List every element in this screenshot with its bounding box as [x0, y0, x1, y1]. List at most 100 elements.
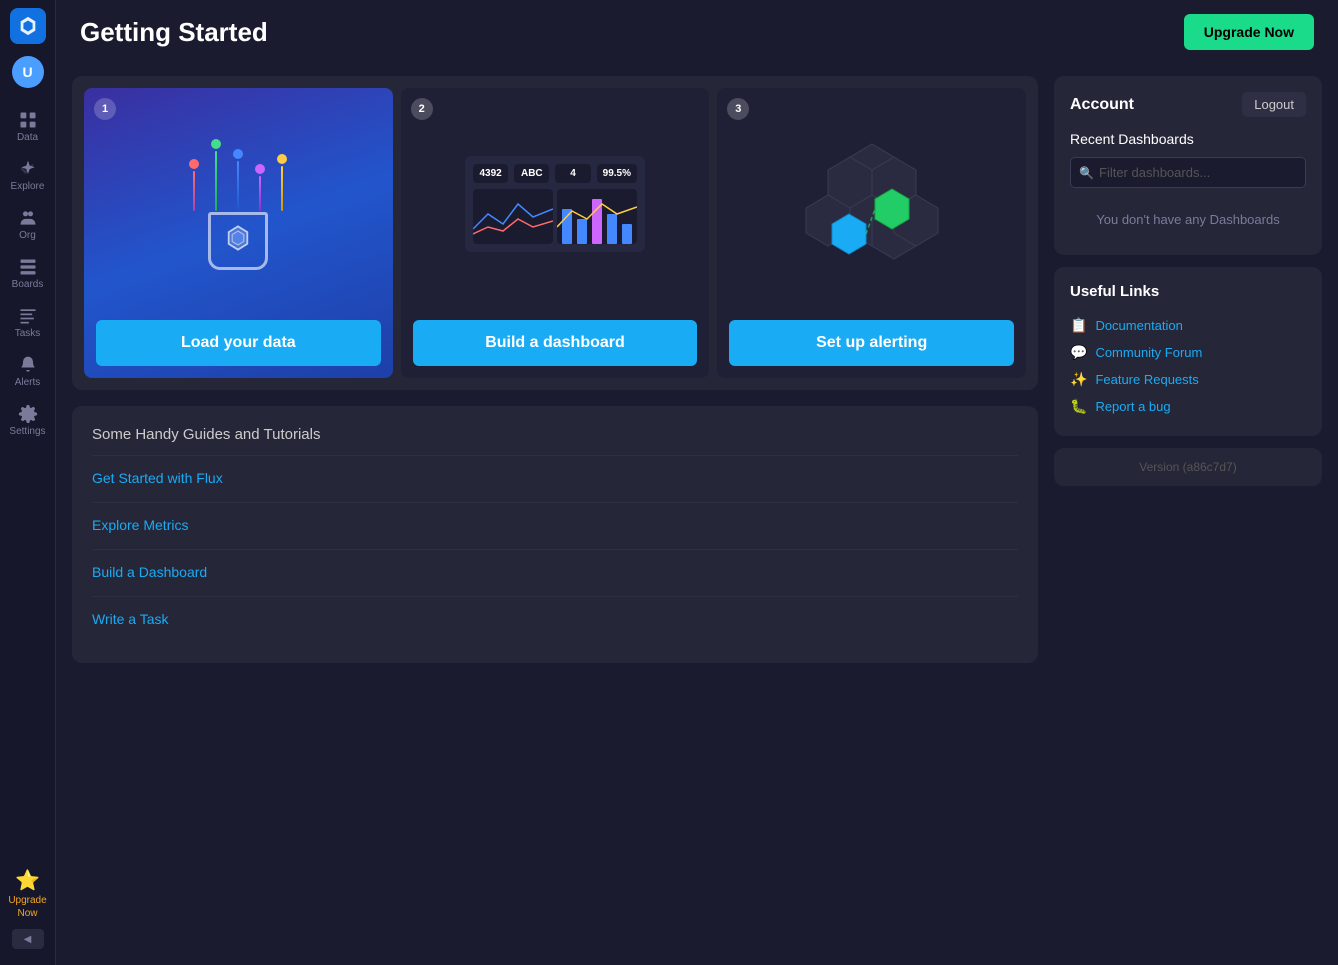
guide-item-3[interactable]: Write a Task [92, 596, 1018, 643]
sidebar-item-settings-label: Settings [9, 426, 45, 437]
recent-dashboards-title: Recent Dashboards [1070, 131, 1306, 147]
dash-stat-1-val: 4392 [479, 168, 502, 179]
dash-stat-4-val: 99.5% [603, 168, 631, 179]
load-data-button[interactable]: Load your data [96, 320, 381, 366]
topbar: Getting Started Upgrade Now [56, 0, 1338, 64]
sidebar-item-alerts[interactable]: Alerts [0, 349, 55, 394]
link-item-0[interactable]: 📋 Documentation [1070, 312, 1306, 339]
stems-container [189, 139, 287, 211]
guides-section-title: Some Handy Guides and Tutorials [92, 426, 1018, 443]
stem-3 [233, 149, 243, 211]
useful-links-box: Useful Links 📋 Documentation 💬 Community… [1054, 267, 1322, 436]
upgrade-star-icon: ⭐ [15, 868, 40, 893]
sidebar-item-data-label: Data [17, 132, 38, 143]
dash-stat-1: 4392 [473, 164, 508, 183]
guide-item-2[interactable]: Build a Dashboard [92, 549, 1018, 596]
step-card-2: 2 4392 ABC 4 [401, 88, 710, 378]
right-panel: Account Logout Recent Dashboards 🔍 You d… [1054, 76, 1322, 949]
sidebar-item-explore[interactable]: Explore [0, 153, 55, 198]
stem-1 [189, 159, 199, 211]
feature-emoji: ✨ [1070, 371, 1087, 388]
filter-dashboards-input[interactable] [1070, 157, 1306, 188]
link-item-2[interactable]: ✨ Feature Requests [1070, 366, 1306, 393]
dash-chart-1 [473, 189, 553, 244]
sidebar: U Data Explore Org Boards Tasks Alerts S [0, 0, 56, 965]
step-card-3: 3 [717, 88, 1026, 378]
data-illustration [189, 139, 287, 270]
step-badge-1: 1 [94, 98, 116, 120]
sidebar-item-data[interactable]: Data [0, 104, 55, 149]
guide-link-0[interactable]: Get Started with Flux [92, 470, 223, 486]
no-dashboards-message: You don't have any Dashboards [1070, 200, 1306, 239]
search-icon: 🔍 [1079, 166, 1094, 180]
user-avatar[interactable]: U [12, 56, 44, 88]
version-box: Version (a86c7d7) [1054, 448, 1322, 486]
guide-item-1[interactable]: Explore Metrics [92, 502, 1018, 549]
sidebar-upgrade-button[interactable]: ⭐ Upgrade Now [4, 862, 50, 925]
content-area: 1 [56, 64, 1338, 965]
account-title: Account [1070, 96, 1134, 114]
sidebar-item-explore-label: Explore [11, 181, 45, 192]
upgrade-label2: Now [17, 908, 37, 919]
sidebar-item-tasks-label: Tasks [15, 328, 41, 339]
step-badge-2: 2 [411, 98, 433, 120]
docs-link[interactable]: Documentation [1095, 318, 1182, 333]
guide-link-2[interactable]: Build a Dashboard [92, 564, 207, 580]
page-title: Getting Started [80, 17, 268, 48]
sidebar-item-settings[interactable]: Settings [0, 398, 55, 443]
app-logo[interactable] [10, 8, 46, 44]
stem-4 [255, 164, 265, 211]
upgrade-label1: Upgrade [8, 895, 46, 906]
stem-5 [277, 154, 287, 211]
useful-links-title: Useful Links [1070, 283, 1306, 300]
upgrade-now-button[interactable]: Upgrade Now [1184, 14, 1314, 50]
dash-stats-row: 4392 ABC 4 99.5% [473, 164, 637, 183]
card-visual-2: 4392 ABC 4 99.5% [401, 88, 710, 320]
bug-emoji: 🐛 [1070, 398, 1087, 415]
dash-stat-4: 99.5% [597, 164, 637, 183]
bug-link[interactable]: Report a bug [1095, 399, 1170, 414]
link-item-1[interactable]: 💬 Community Forum [1070, 339, 1306, 366]
account-box: Account Logout Recent Dashboards 🔍 You d… [1054, 76, 1322, 255]
card-visual-1 [84, 88, 393, 320]
guides-section: Some Handy Guides and Tutorials Get Star… [72, 406, 1038, 663]
card-visual-3 [717, 88, 1026, 320]
feature-link[interactable]: Feature Requests [1095, 372, 1198, 387]
left-content: 1 [72, 76, 1038, 949]
docs-emoji: 📋 [1070, 317, 1087, 334]
filter-input-wrap: 🔍 [1070, 157, 1306, 188]
guide-link-1[interactable]: Explore Metrics [92, 517, 188, 533]
dash-stat-2: ABC [514, 164, 549, 183]
alerting-illustration [782, 134, 962, 274]
sidebar-nav: Data Explore Org Boards Tasks Alerts Set… [0, 104, 55, 862]
sidebar-item-org-label: Org [19, 230, 36, 241]
dash-charts-row [473, 189, 637, 244]
guide-item-0[interactable]: Get Started with Flux [92, 455, 1018, 502]
bucket-icon [224, 224, 252, 258]
step-card-1: 1 [84, 88, 393, 378]
forum-emoji: 💬 [1070, 344, 1087, 361]
steps-row: 1 [72, 76, 1038, 390]
version-label: Version [1139, 460, 1179, 474]
hex-grid-svg [792, 134, 952, 274]
sidebar-item-org[interactable]: Org [0, 202, 55, 247]
link-item-3[interactable]: 🐛 Report a bug [1070, 393, 1306, 420]
sidebar-collapse-button[interactable]: ◀ [12, 929, 44, 949]
sidebar-bottom: ⭐ Upgrade Now ◀ [0, 862, 55, 957]
sidebar-item-boards[interactable]: Boards [0, 251, 55, 296]
dash-chart-2 [557, 189, 637, 244]
sidebar-item-tasks[interactable]: Tasks [0, 300, 55, 345]
account-header: Account Logout [1070, 92, 1306, 117]
sidebar-item-boards-label: Boards [12, 279, 44, 290]
dash-stat-3: 4 [555, 164, 590, 183]
build-dashboard-button[interactable]: Build a dashboard [413, 320, 698, 366]
logout-button[interactable]: Logout [1242, 92, 1306, 117]
data-bucket [208, 215, 268, 270]
main-area: Getting Started Upgrade Now 1 [56, 0, 1338, 965]
forum-link[interactable]: Community Forum [1095, 345, 1202, 360]
setup-alerting-button[interactable]: Set up alerting [729, 320, 1014, 366]
stem-2 [211, 139, 221, 211]
version-hash: (a86c7d7) [1183, 460, 1237, 474]
dash-stat-3-val: 4 [561, 168, 584, 179]
guide-link-3[interactable]: Write a Task [92, 611, 169, 627]
